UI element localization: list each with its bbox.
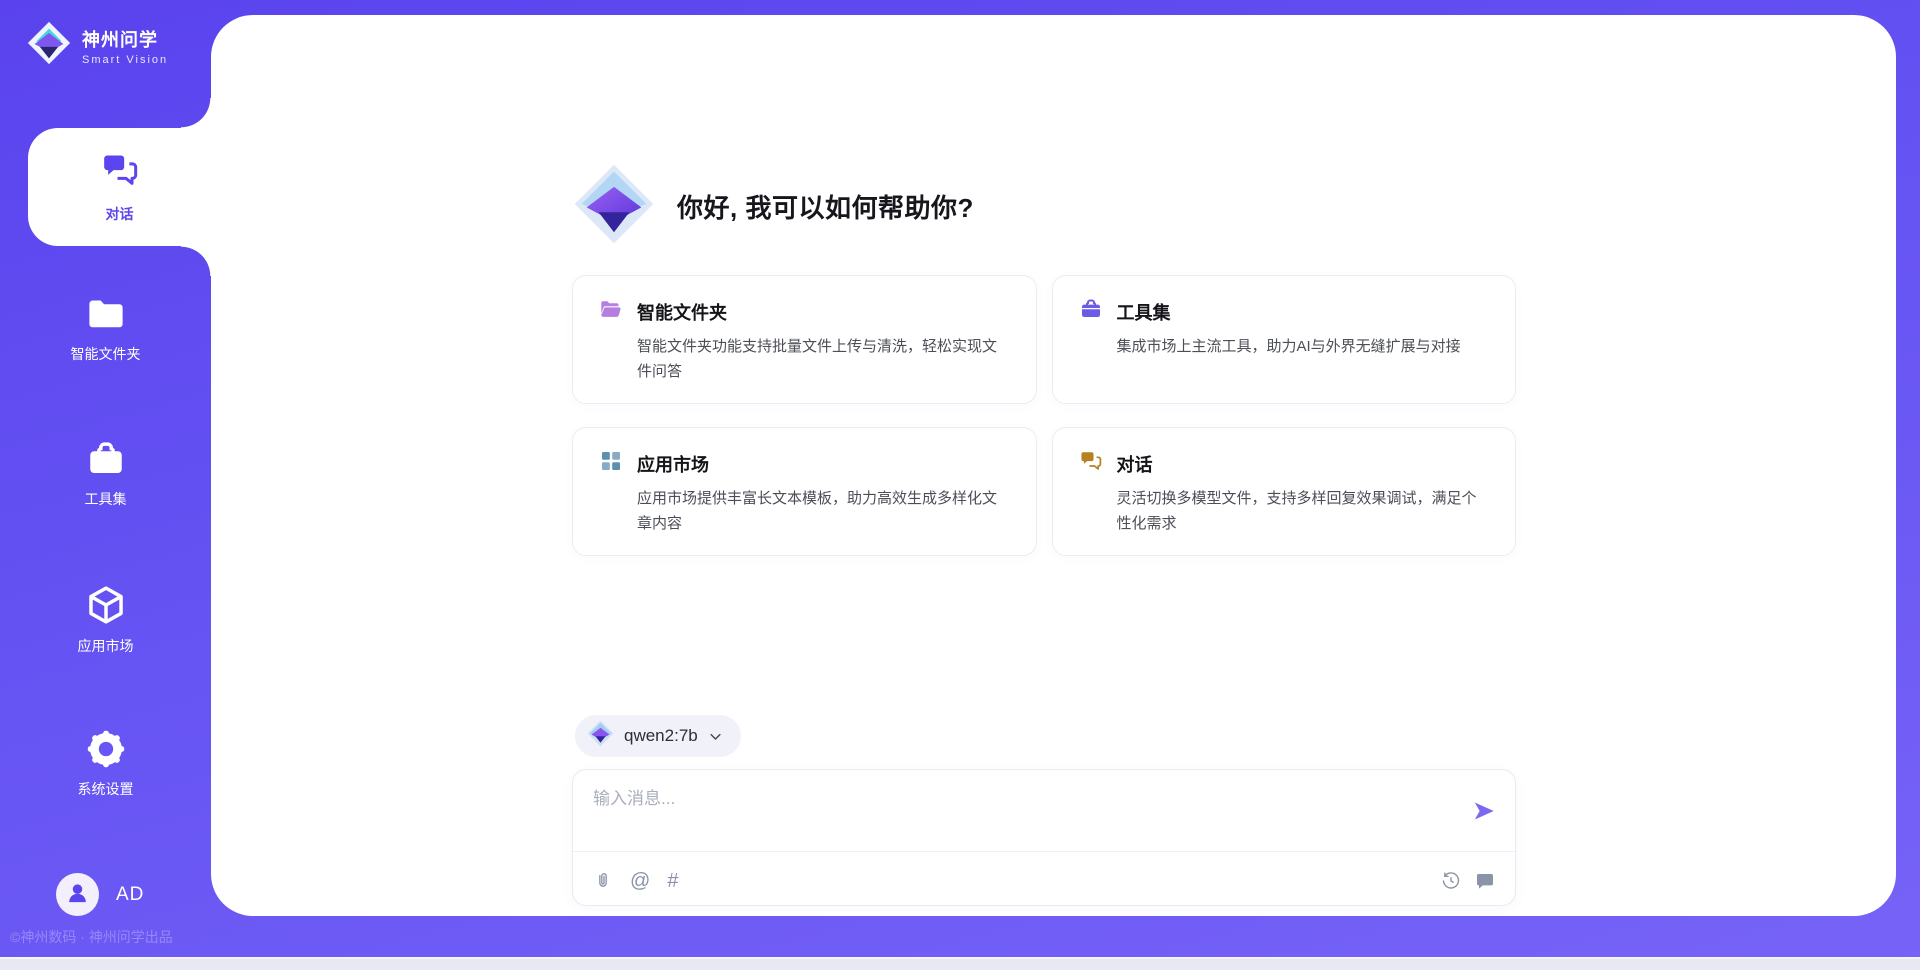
brand-diamond-icon bbox=[26, 20, 72, 71]
person-icon bbox=[64, 879, 91, 911]
card-description: 应用市场提供丰富长文本模板，助力高效生成多样化文章内容 bbox=[599, 487, 1010, 537]
sidebar-item-label: 系统设置 bbox=[78, 779, 134, 799]
main-content-panel: 你好, 我可以如何帮助你? 智能文件夹 智能文件夹功能支持批量文件上传与清洗，轻… bbox=[211, 15, 1896, 916]
avatar bbox=[56, 873, 99, 916]
cube-icon bbox=[84, 583, 128, 627]
greeting-logo-icon bbox=[573, 163, 655, 250]
hashtag-icon[interactable]: # bbox=[667, 871, 678, 891]
card-title: 智能文件夹 bbox=[637, 299, 727, 325]
card-toolset[interactable]: 工具集 集成市场上主流工具，助力AI与外界无缝扩展与对接 bbox=[1052, 275, 1517, 404]
model-selector[interactable]: qwen2:7b bbox=[575, 715, 741, 757]
mention-icon[interactable]: @ bbox=[630, 871, 650, 891]
send-icon[interactable] bbox=[1471, 798, 1497, 824]
brand-subtitle: Smart Vision bbox=[82, 54, 168, 66]
card-chat[interactable]: 对话 灵活切换多模型文件，支持多样回复效果调试，满足个性化需求 bbox=[1052, 427, 1517, 556]
attachment-icon[interactable] bbox=[593, 871, 613, 891]
toolbox-icon bbox=[85, 438, 127, 480]
greeting-title: 你好, 我可以如何帮助你? bbox=[677, 188, 974, 225]
sidebar: 神州问学 Smart Vision 对话 智能文件夹 bbox=[0, 0, 211, 970]
feature-cards: 智能文件夹 智能文件夹功能支持批量文件上传与清洗，轻松实现文件问答 工具集 集成… bbox=[572, 275, 1516, 556]
toolbox-icon bbox=[1079, 297, 1103, 326]
chat-icon bbox=[1079, 449, 1103, 478]
folder-icon bbox=[599, 297, 623, 326]
card-description: 集成市场上主流工具，助力AI与外界无缝扩展与对接 bbox=[1079, 335, 1490, 360]
chevron-down-icon bbox=[708, 729, 723, 744]
message-input[interactable] bbox=[593, 784, 1453, 844]
card-title: 对话 bbox=[1117, 451, 1153, 477]
sidebar-item-smart-folder[interactable]: 智能文件夹 bbox=[0, 293, 211, 364]
sidebar-item-app-market[interactable]: 应用市场 bbox=[0, 583, 211, 656]
brand-logo: 神州问学 Smart Vision bbox=[26, 20, 168, 71]
user-initials: AD bbox=[116, 884, 144, 906]
grid-icon bbox=[599, 449, 623, 478]
brand-diamond-icon bbox=[587, 720, 614, 752]
message-composer: @ # bbox=[572, 769, 1516, 906]
sidebar-item-label: 工具集 bbox=[85, 489, 127, 509]
brand-name: 神州问学 bbox=[82, 26, 168, 52]
folder-icon bbox=[85, 293, 127, 335]
comment-icon[interactable] bbox=[1475, 871, 1495, 891]
sidebar-item-settings[interactable]: 系统设置 bbox=[0, 728, 211, 799]
card-description: 智能文件夹功能支持批量文件上传与清洗，轻松实现文件问答 bbox=[599, 335, 1010, 385]
card-smart-folder[interactable]: 智能文件夹 智能文件夹功能支持批量文件上传与清洗，轻松实现文件问答 bbox=[572, 275, 1037, 404]
sidebar-item-label: 对话 bbox=[106, 204, 134, 224]
greeting-row: 你好, 我可以如何帮助你? bbox=[573, 163, 974, 250]
page-bottom-strip bbox=[0, 957, 1920, 970]
sidebar-item-label: 应用市场 bbox=[78, 636, 134, 656]
card-title: 工具集 bbox=[1117, 299, 1171, 325]
card-title: 应用市场 bbox=[637, 451, 709, 477]
sidebar-item-label: 智能文件夹 bbox=[71, 344, 141, 364]
gear-icon bbox=[85, 728, 127, 770]
sidebar-item-toolset[interactable]: 工具集 bbox=[0, 438, 211, 509]
user-account[interactable]: AD bbox=[56, 873, 144, 916]
sidebar-footer-credit: ©神州数码 · 神州问学出品 bbox=[10, 927, 173, 947]
history-icon[interactable] bbox=[1441, 871, 1461, 891]
chat-icon bbox=[100, 150, 140, 195]
card-description: 灵活切换多模型文件，支持多样回复效果调试，满足个性化需求 bbox=[1079, 487, 1490, 537]
card-app-market[interactable]: 应用市场 应用市场提供丰富长文本模板，助力高效生成多样化文章内容 bbox=[572, 427, 1037, 556]
sidebar-item-chat[interactable]: 对话 bbox=[28, 128, 211, 246]
composer-divider bbox=[573, 851, 1515, 852]
model-name: qwen2:7b bbox=[624, 726, 698, 746]
